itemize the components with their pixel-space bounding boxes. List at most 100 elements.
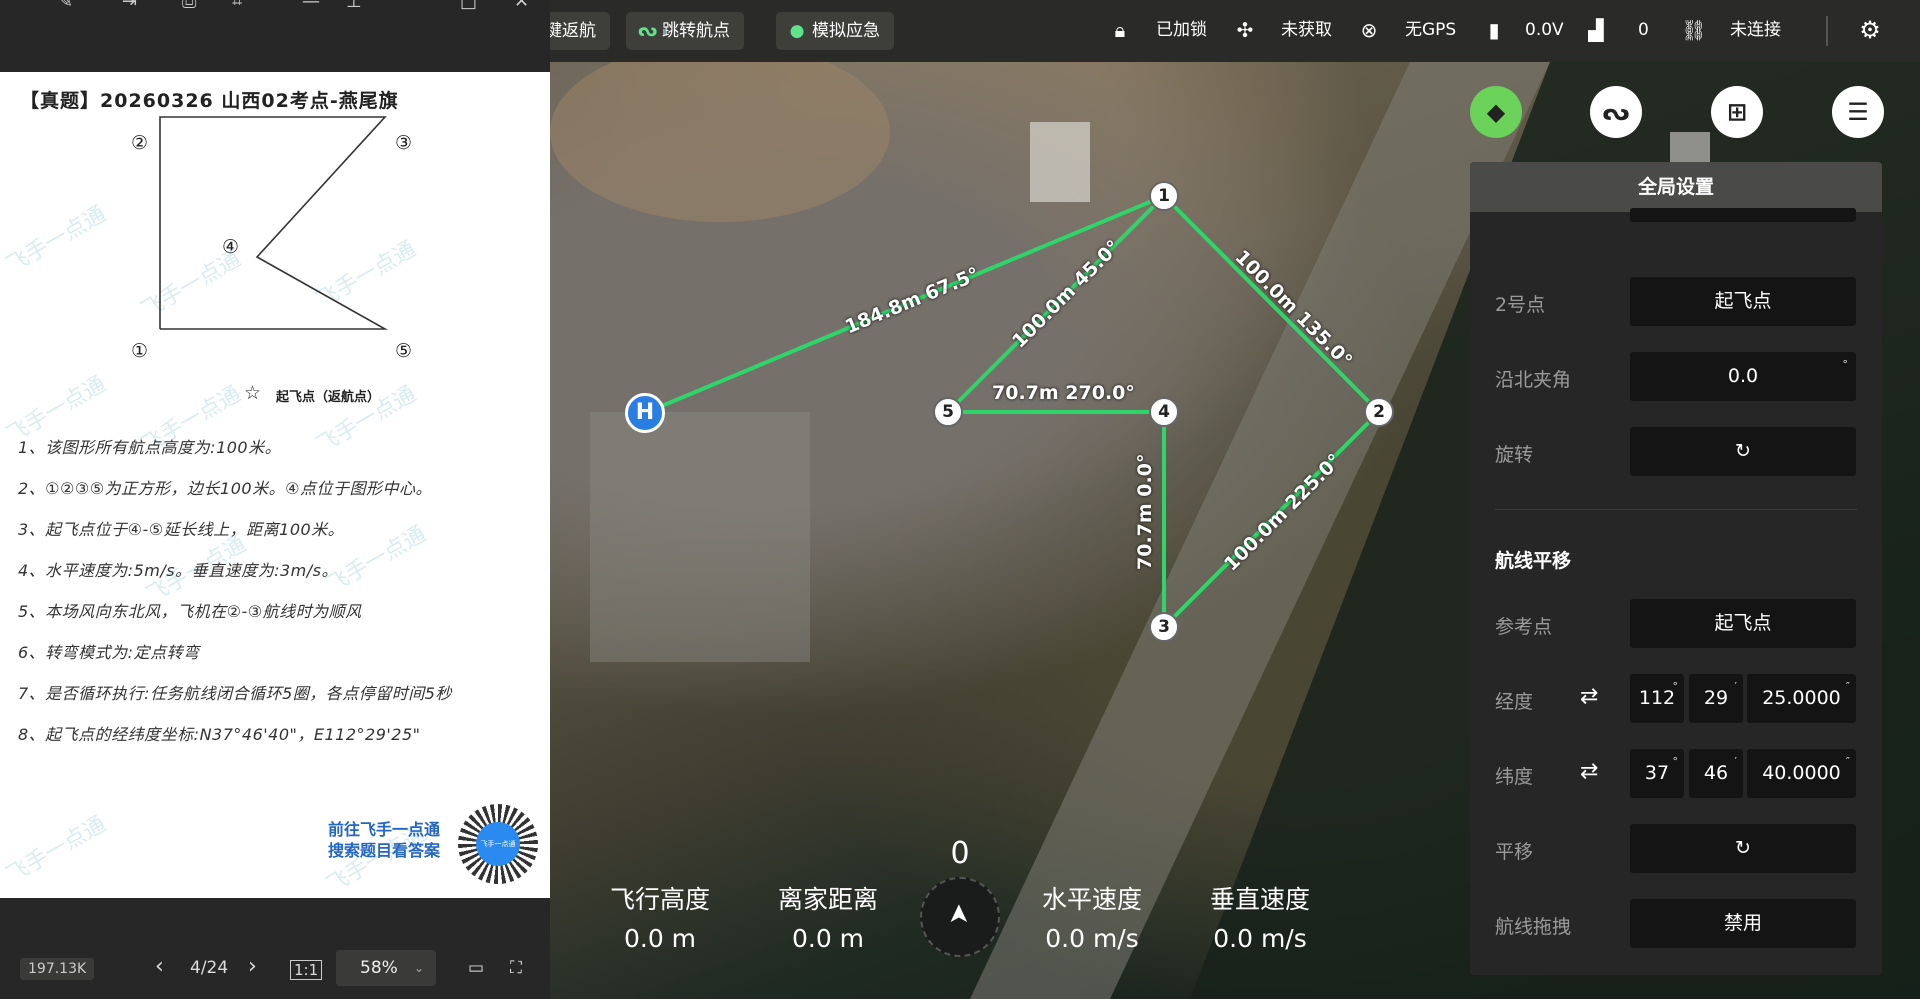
longitude-sec-input[interactable]: 25.0000 ″ [1747,674,1856,723]
list-button[interactable]: ☰ [1832,86,1884,138]
longitude-min-input[interactable]: 29 ′ [1689,674,1743,723]
swallowtail-flag-diagram [159,116,389,330]
drone-icon: ✣ [1236,18,1254,42]
simulate-emergency-button[interactable]: ● 模拟应急 [776,12,894,50]
rule-line: 6、转弯模式为:定点转弯 [18,643,200,662]
latitude-min-input[interactable]: 46 ′ [1689,749,1743,798]
latitude-label: 纬度 [1495,766,1534,788]
layers-icon: ◆ [1486,98,1506,126]
grid-icon: ⊞ [1726,98,1748,126]
rotate-button[interactable]: ↻ [1630,427,1856,476]
fullscreen-icon[interactable]: ⛶ [510,958,522,978]
clipped-field [1630,208,1856,222]
print-icon[interactable]: ⎙ [182,0,196,12]
panel-title: 全局设置 [1470,162,1882,212]
next-page-icon[interactable]: › [248,954,257,979]
topbar-divider [1826,16,1828,46]
rule-line: 2、①②③⑤为正方形，边长100米。④点位于图形中心。 [18,479,432,498]
document-viewer: ✎ ⇥ ⎙ ⌗ — ⊥ □ ✕ 【真题】20260326 山西02考点-燕尾旗 … [0,0,550,999]
grid-button[interactable]: ⊞ [1711,86,1763,138]
gps-status: 无GPS [1405,20,1457,40]
swap-icon[interactable]: ⇄ [1580,684,1598,709]
layers-button[interactable]: ◆ [1470,86,1522,138]
route-segment-1-2 [1162,194,1381,414]
heading-value: 0 [950,836,970,871]
layout-icon[interactable]: ▭ [468,958,484,978]
compass: ➤ [920,877,1000,957]
home-distance-label: 离家距离 [777,885,878,914]
home-distance-value: 0.0 m [791,924,865,953]
horizontal-speed-label: 水平速度 [1041,885,1142,914]
route-drag-select[interactable]: 禁用 [1630,899,1856,948]
diagram-label-3: ③ [395,132,413,154]
share-icon[interactable]: ⇥ [122,0,137,12]
maximize-icon[interactable]: □ [460,0,477,12]
link-off-icon: ⛓ [1681,18,1707,42]
watermark: 飞手一点通 [2,811,111,889]
prev-page-icon[interactable]: ‹ [155,954,164,979]
longitude-deg-input[interactable]: 112 ° [1630,674,1684,723]
vertical-speed-label: 垂直速度 [1209,885,1310,914]
longitude-label: 经度 [1495,691,1534,713]
rule-line: 3、起飞点位于④-⑤延长线上，距离100米。 [18,520,345,539]
segment-label: 70.7m 0.0° [1134,453,1156,570]
route-icon: ᔓ [638,21,658,41]
jump-waypoint-button[interactable]: ᔓ 跳转航点 [626,12,744,50]
point2-label: 2号点 [1495,294,1546,316]
battery-icon: ▮ [1488,18,1500,42]
edit-icon[interactable]: ✎ [58,0,73,12]
latitude-sec-input[interactable]: 40.0000 ″ [1747,749,1856,798]
drone-status: 未获取 [1281,20,1332,40]
north-angle-input[interactable]: 0.0 ° [1630,352,1856,401]
lock-status: 已加锁 [1156,20,1207,40]
waypoint-2[interactable]: 2 [1364,397,1394,427]
diagram-label-1: ① [131,340,149,362]
signal-value: 0 [1638,20,1649,40]
rotate-label: 旋转 [1495,444,1534,466]
signal-icon: ▟ [1588,18,1604,42]
ref-point-label: 参考点 [1495,616,1553,638]
route-drag-label: 航线拖拽 [1495,916,1572,938]
close-icon[interactable]: ✕ [514,0,529,12]
chevron-down-icon: ⌄ [413,961,424,975]
route-icon: ᔓ [1602,98,1630,126]
vertical-speed-value: 0.0 m/s [1213,924,1307,953]
route-button[interactable]: ᔓ [1590,86,1642,138]
takeoff-label: 起飞点（返航点） [276,390,381,405]
minimize-icon[interactable]: — [302,0,320,12]
viewer-toolbar: ✎ ⇥ ⎙ ⌗ — ⊥ □ ✕ [0,0,550,14]
diagram-label-2: ② [131,132,149,154]
rotate-icon: ↻ [1735,837,1751,859]
qr-code: 飞手一点通 [458,804,538,884]
page-indicator: 4/24 [190,958,229,978]
point2-select[interactable]: 起飞点 [1630,277,1856,326]
waypoint-5[interactable]: 5 [933,397,963,427]
latitude-deg-input[interactable]: 37 ° [1630,749,1684,798]
satellite-icon: ⊗ [1360,18,1378,42]
rotate-icon: ↻ [1735,440,1751,462]
voltage-value: 0.0V [1525,20,1564,40]
return-home-button[interactable]: 键返航 [545,12,610,50]
answer-cta: 前往飞手一点通 搜索题目看答案 [328,820,441,860]
rule-line: 5、本场风向东北风，飞机在②-③航线时为顺风 [18,602,362,621]
doc-title: 【真题】20260326 山西02考点-燕尾旗 [20,90,399,112]
waypoint-4[interactable]: 4 [1149,397,1179,427]
translate-button[interactable]: ↻ [1630,824,1856,873]
list-icon: ☰ [1847,98,1869,126]
swap-icon[interactable]: ⇄ [1580,759,1598,784]
actual-size-icon[interactable]: 1:1 [290,960,323,980]
person-icon: ● [789,21,805,41]
diagram-label-4: ④ [222,236,240,258]
waypoint-1[interactable]: 1 [1149,181,1179,211]
altitude-label: 飞行高度 [609,885,710,914]
ref-point-select[interactable]: 起飞点 [1630,599,1856,648]
zoom-select[interactable]: 58% ⌄ [336,950,436,986]
waypoint-3[interactable]: 3 [1149,612,1179,642]
lock-icon: 🔒︎ [1114,18,1126,42]
home-point-marker[interactable]: H [625,393,665,433]
north-angle-label: 沿北夹角 [1495,369,1572,391]
crop-icon[interactable]: ⌗ [232,0,242,12]
connection-status: 未连接 [1730,20,1781,40]
settings-gear-icon[interactable]: ⚙ [1857,17,1883,43]
pin-icon[interactable]: ⊥ [346,0,362,12]
